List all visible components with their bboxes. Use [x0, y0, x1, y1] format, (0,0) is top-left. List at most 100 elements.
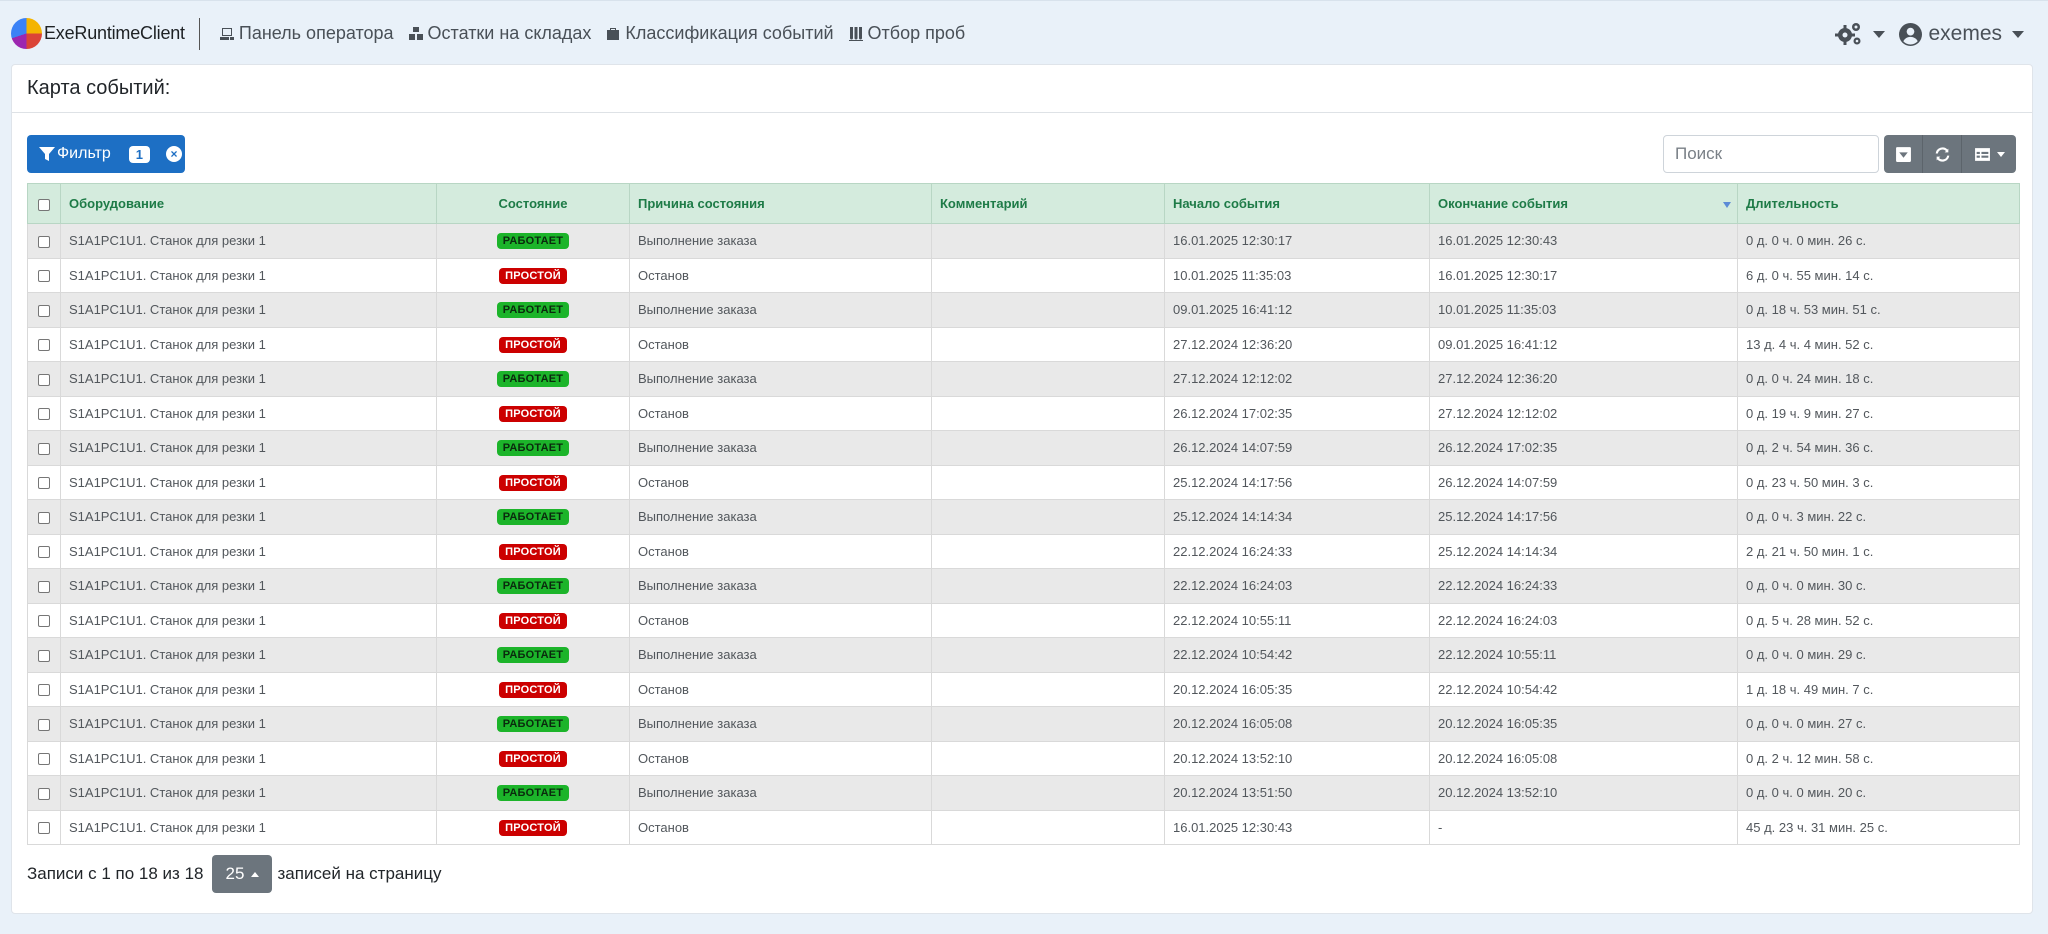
cell-duration: 0 д. 0 ч. 0 мин. 29 с.: [1737, 637, 2020, 673]
row-checkbox[interactable]: [38, 684, 50, 697]
column-header-duration[interactable]: Длительность: [1737, 183, 2020, 224]
column-header-equipment[interactable]: Оборудование: [60, 183, 437, 224]
status-badge: ПРОСТОЙ: [499, 819, 567, 836]
table-row[interactable]: S1A1PC1U1. Станок для резки 1 РАБОТАЕТ Вып…: [27, 706, 2020, 742]
table-row[interactable]: S1A1PC1U1. Станок для резки 1 РАБОТАЕТ Вып…: [27, 361, 2020, 397]
cell-state: РАБОТАЕТ: [436, 775, 630, 811]
cell-equipment: S1A1PC1U1. Станок для резки 1: [60, 809, 437, 845]
table-row[interactable]: S1A1PC1U1. Станок для резки 1 ПРОСТОЙ Оста…: [27, 257, 2020, 293]
search-input[interactable]: [1663, 135, 1879, 173]
table-row[interactable]: S1A1PC1U1. Станок для резки 1 РАБОТАЕТ Вып…: [27, 775, 2020, 811]
cell-state: ПРОСТОЙ: [436, 809, 630, 845]
cell-comment: [931, 637, 1165, 673]
cell-duration: 45 д. 23 ч. 31 мин. 25 с.: [1737, 809, 2020, 845]
column-header-comment[interactable]: Комментарий: [931, 183, 1165, 224]
columns-dropdown-button[interactable]: [1962, 135, 2016, 173]
nav-link-operator-panel[interactable]: Панель оператора: [219, 23, 394, 44]
row-checkbox[interactable]: [38, 718, 50, 731]
select-all-checkbox[interactable]: [38, 198, 50, 211]
table-row[interactable]: S1A1PC1U1. Станок для резки 1 РАБОТАЕТ Вып…: [27, 292, 2020, 328]
cell-reason: Останов: [629, 740, 932, 776]
cell-start: 25.12.2024 14:17:56: [1164, 464, 1430, 500]
row-checkbox[interactable]: [38, 511, 50, 524]
row-checkbox[interactable]: [38, 787, 50, 800]
user-circle-icon: [1899, 22, 1923, 46]
filter-button[interactable]: Фильтр 1 ×: [27, 135, 185, 173]
table-row[interactable]: S1A1PC1U1. Станок для резки 1 РАБОТАЕТ Вып…: [27, 499, 2020, 535]
row-checkbox[interactable]: [38, 615, 50, 628]
chevron-down-icon: [1873, 30, 1886, 38]
cell-equipment: S1A1PC1U1. Станок для резки 1: [60, 499, 437, 535]
table-row[interactable]: S1A1PC1U1. Станок для резки 1 ПРОСТОЙ Оста…: [27, 326, 2020, 362]
table-row[interactable]: S1A1PC1U1. Станок для резки 1 РАБОТАЕТ Вып…: [27, 568, 2020, 604]
cell-state: ПРОСТОЙ: [436, 740, 630, 776]
row-select-cell: [27, 257, 61, 293]
row-checkbox[interactable]: [38, 546, 50, 559]
column-header-end[interactable]: Окончание события: [1429, 183, 1738, 224]
row-checkbox[interactable]: [38, 339, 50, 352]
cell-state: РАБОТАЕТ: [436, 292, 630, 328]
table-row[interactable]: S1A1PC1U1. Станок для резки 1 ПРОСТОЙ Оста…: [27, 671, 2020, 707]
table-row[interactable]: S1A1PC1U1. Станок для резки 1 ПРОСТОЙ Оста…: [27, 809, 2020, 845]
table-row[interactable]: S1A1PC1U1. Станок для резки 1 РАБОТАЕТ Вып…: [27, 430, 2020, 466]
status-badge: РАБОТАЕТ: [496, 371, 570, 388]
row-checkbox[interactable]: [38, 580, 50, 593]
nav-link-label: Панель оператора: [238, 23, 394, 43]
nav-link-label: Остатки на складах: [427, 23, 592, 43]
row-checkbox[interactable]: [38, 822, 50, 835]
table-row[interactable]: S1A1PC1U1. Станок для резки 1 ПРОСТОЙ Оста…: [27, 602, 2020, 638]
cell-equipment: S1A1PC1U1. Станок для резки 1: [60, 671, 437, 707]
status-badge: РАБОТАЕТ: [496, 302, 570, 319]
export-button[interactable]: [1884, 135, 1923, 173]
table-row[interactable]: S1A1PC1U1. Станок для резки 1 ПРОСТОЙ Оста…: [27, 395, 2020, 431]
refresh-button[interactable]: [1923, 135, 1962, 173]
row-checkbox[interactable]: [38, 304, 50, 317]
brand[interactable]: ExeRuntimeClient: [11, 18, 185, 49]
events-card: Карта событий: Фильтр 1 × Обо: [11, 64, 2033, 914]
table-row[interactable]: S1A1PC1U1. Станок для резки 1 РАБОТАЕТ Вып…: [27, 637, 2020, 673]
row-checkbox[interactable]: [38, 477, 50, 490]
row-checkbox[interactable]: [38, 373, 50, 386]
cell-duration: 0 д. 23 ч. 50 мин. 3 с.: [1737, 464, 2020, 500]
row-select-cell: [27, 464, 61, 500]
cell-duration: 0 д. 5 ч. 28 мин. 52 с.: [1737, 602, 2020, 638]
cell-comment: [931, 533, 1165, 569]
status-badge: ПРОСТОЙ: [499, 336, 567, 353]
row-select-cell: [27, 775, 61, 811]
user-menu[interactable]: exemes: [1899, 22, 2024, 46]
cell-reason: Останов: [629, 257, 932, 293]
status-badge: РАБОТАЕТ: [496, 233, 570, 250]
row-select-cell: [27, 602, 61, 638]
cell-reason: Останов: [629, 533, 932, 569]
settings-dropdown[interactable]: [1835, 21, 1886, 47]
cell-comment: [931, 326, 1165, 362]
status-badge: РАБОТАЕТ: [496, 785, 570, 802]
table-row[interactable]: S1A1PC1U1. Станок для резки 1 РАБОТАЕТ Вып…: [27, 223, 2020, 259]
nav-link-event-classification[interactable]: Классификация событий: [605, 23, 834, 44]
clear-filter-icon[interactable]: ×: [165, 146, 182, 162]
cell-comment: [931, 568, 1165, 604]
cell-equipment: S1A1PC1U1. Станок для резки 1: [60, 533, 437, 569]
nav-link-sampling[interactable]: Отбор проб: [848, 23, 965, 44]
row-checkbox[interactable]: [38, 408, 50, 421]
table-row[interactable]: S1A1PC1U1. Станок для резки 1 ПРОСТОЙ Оста…: [27, 533, 2020, 569]
row-checkbox[interactable]: [38, 442, 50, 455]
row-checkbox[interactable]: [38, 753, 50, 766]
column-header-state[interactable]: Состояние: [436, 183, 630, 224]
cell-duration: 0 д. 2 ч. 12 мин. 58 с.: [1737, 740, 2020, 776]
cell-duration: 13 д. 4 ч. 4 мин. 52 с.: [1737, 326, 2020, 362]
table-row[interactable]: S1A1PC1U1. Станок для резки 1 ПРОСТОЙ Оста…: [27, 740, 2020, 776]
cell-state: ПРОСТОЙ: [436, 257, 630, 293]
status-badge: РАБОТАЕТ: [496, 440, 570, 457]
cell-end: 27.12.2024 12:12:02: [1429, 395, 1738, 431]
row-checkbox[interactable]: [38, 649, 50, 662]
nav-link-warehouse-stock[interactable]: Остатки на складах: [408, 23, 592, 44]
page-size-dropdown[interactable]: 25: [212, 855, 273, 893]
cell-equipment: S1A1PC1U1. Станок для резки 1: [60, 637, 437, 673]
table-row[interactable]: S1A1PC1U1. Станок для резки 1 ПРОСТОЙ Оста…: [27, 464, 2020, 500]
row-checkbox[interactable]: [38, 235, 50, 248]
column-header-reason[interactable]: Причина состояния: [629, 183, 932, 224]
column-header-start[interactable]: Начало события: [1164, 183, 1430, 224]
cell-reason: Выполнение заказа: [629, 706, 932, 742]
row-checkbox[interactable]: [38, 270, 50, 283]
